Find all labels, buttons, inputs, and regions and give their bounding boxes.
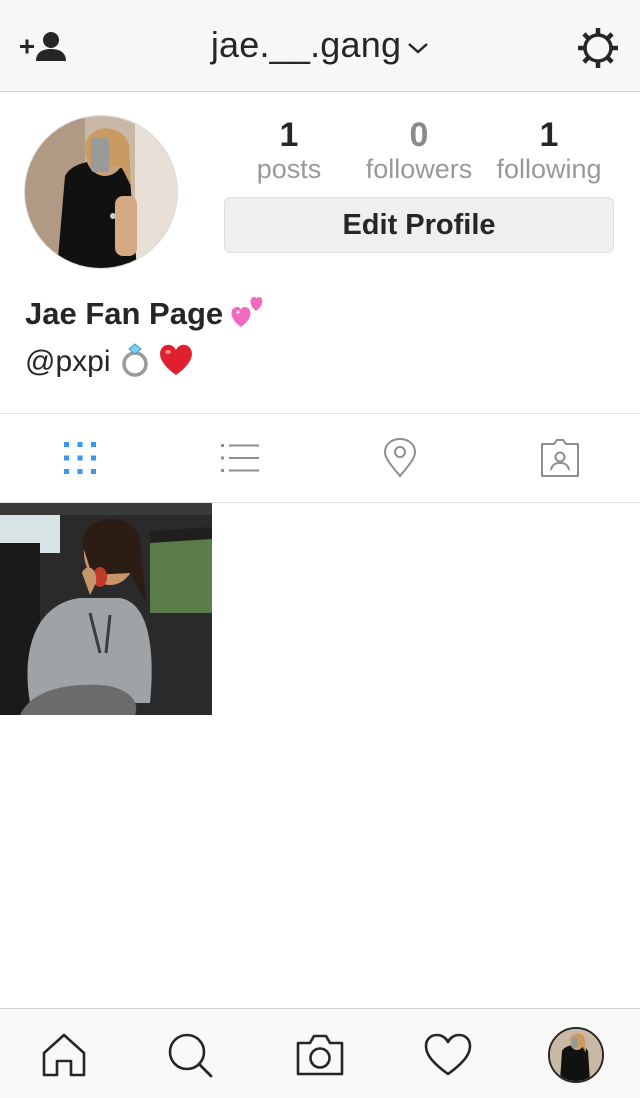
stat-following-label: following [496, 154, 602, 184]
stat-posts[interactable]: 1 posts [224, 116, 354, 184]
avatar[interactable] [548, 1027, 604, 1083]
profile-stats: 1 posts 0 followers 1 following [224, 116, 614, 186]
stat-following[interactable]: 1 following [484, 116, 614, 184]
camera-icon[interactable] [296, 1031, 344, 1079]
two-hearts-emoji [229, 293, 267, 339]
stat-followers-count: 0 [409, 116, 429, 154]
bottom-nav [0, 1008, 640, 1098]
profile-username-switcher[interactable]: jae.__.gang [0, 24, 640, 66]
stat-followers-label: followers [365, 154, 473, 184]
bio-handle: @pxpi [25, 344, 111, 378]
search-icon[interactable] [166, 1031, 214, 1079]
profile-avatar[interactable] [24, 115, 178, 269]
profile-view-tabs [0, 413, 640, 503]
bio-display-name-row: Jae Fan Page [25, 293, 267, 339]
tagged-person-icon[interactable] [540, 438, 580, 478]
heart-icon[interactable] [424, 1031, 472, 1079]
gear-icon[interactable] [576, 26, 620, 70]
username-title: jae.__.gang [210, 24, 402, 65]
location-pin-icon[interactable] [380, 437, 420, 478]
display-name: Jae Fan Page [25, 296, 224, 332]
ring-emoji [119, 340, 153, 386]
stat-following-count: 1 [539, 116, 559, 154]
stat-posts-count: 1 [279, 116, 299, 154]
list-icon[interactable] [220, 438, 260, 478]
top-bar: jae.__.gang [0, 0, 640, 92]
post-thumbnail[interactable] [0, 503, 212, 715]
bio-handle-row: @pxpi [25, 340, 195, 386]
grid-icon[interactable] [60, 438, 100, 478]
chevron-down-icon [407, 22, 429, 64]
red-heart-emoji [157, 341, 195, 385]
stat-posts-label: posts [256, 154, 322, 184]
stat-followers[interactable]: 0 followers [354, 116, 484, 184]
home-icon[interactable] [40, 1031, 88, 1079]
edit-profile-button[interactable]: Edit Profile [224, 197, 614, 253]
